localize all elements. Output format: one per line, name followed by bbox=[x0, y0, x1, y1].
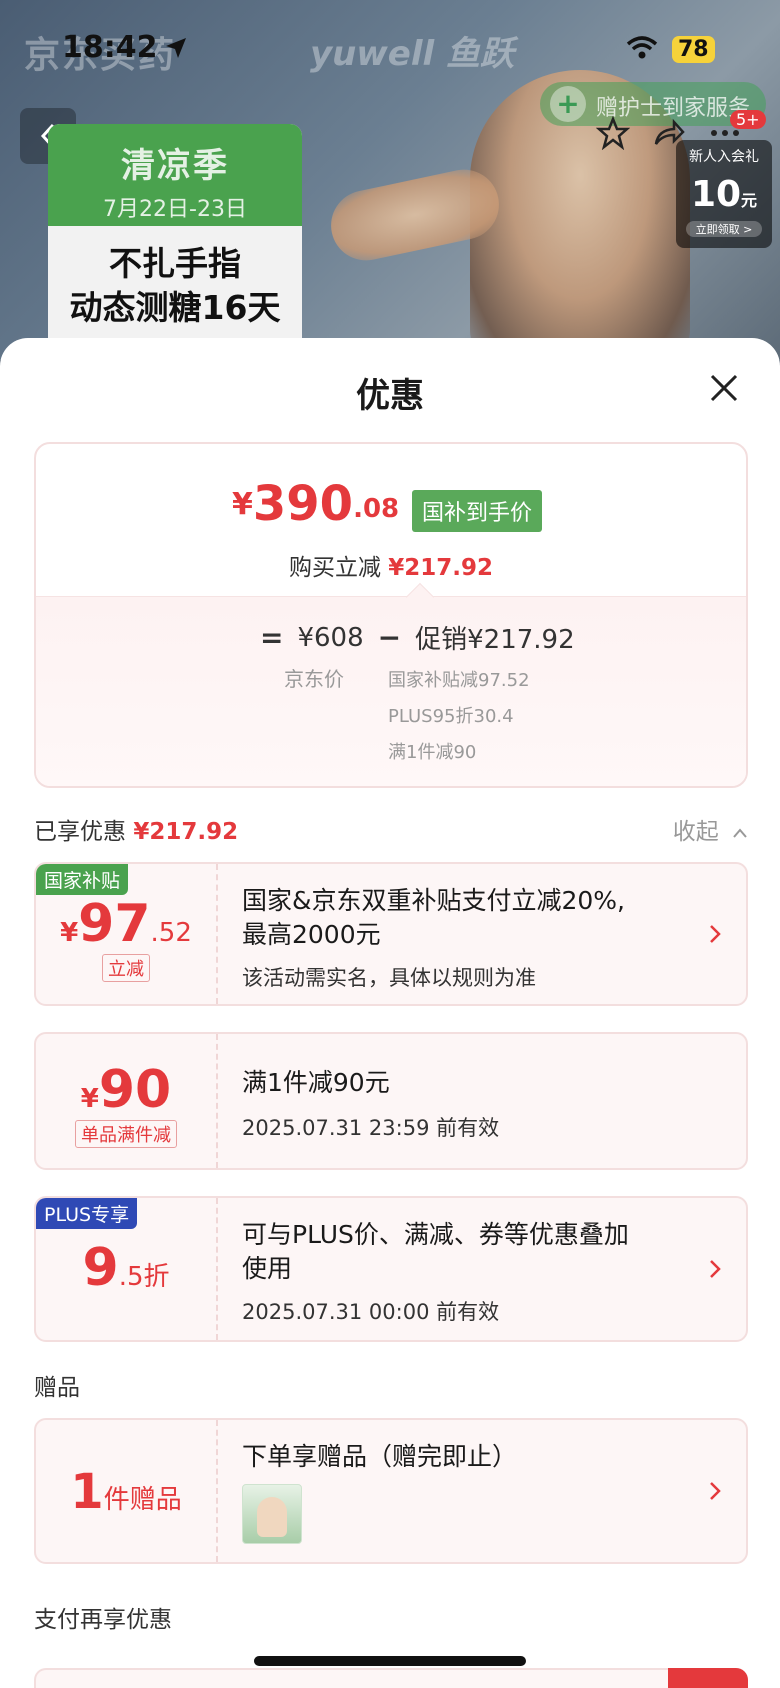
season-title: 清凉季 bbox=[121, 146, 229, 186]
coupon-amount-int: 97 bbox=[78, 894, 151, 954]
season-line-1: 不扎手指 bbox=[109, 244, 241, 283]
purchase-discount-value: ¥217.92 bbox=[388, 555, 494, 581]
coupon-currency: ¥ bbox=[80, 1084, 99, 1114]
promo-line: 国家补贴减97.52 bbox=[388, 670, 530, 691]
purchase-discount: 购买立减 ¥217.92 bbox=[36, 548, 746, 582]
final-price: ¥ 390 .08 bbox=[232, 478, 399, 530]
coupon-desc: 该活动需实名，具体以规则为准 bbox=[242, 966, 536, 990]
gift-thumbnail[interactable] bbox=[242, 1484, 302, 1544]
coupon-title-line2: 最高2000元 bbox=[242, 920, 381, 949]
product-hero-background: 京东买药 yuwell 鱼跃 18:42 78 + 赠护士到家服务 5+ 新人入… bbox=[0, 0, 780, 360]
coupon-type-label: 单品满件减 bbox=[75, 1120, 177, 1148]
new-member-cta: 立即领取 > bbox=[686, 221, 762, 237]
gift-count: 1件赠品 bbox=[36, 1420, 216, 1520]
price-equation: = ¥608 − 促销¥217.92 bbox=[246, 619, 575, 656]
coupon-amount: ¥90 bbox=[36, 1034, 216, 1120]
coupon-title-line2: 使用 bbox=[242, 1254, 293, 1283]
new-member-gift[interactable]: 新人入会礼 10元 立即领取 > bbox=[676, 140, 772, 248]
status-time: 18:42 bbox=[62, 30, 158, 65]
gift-card[interactable]: 1件赠品 下单享赠品（赠完即止） bbox=[34, 1418, 748, 1564]
close-icon[interactable] bbox=[706, 370, 742, 406]
collapse-toggle[interactable]: 收起 bbox=[673, 812, 748, 846]
promo-line: PLUS95折30.4 bbox=[388, 706, 514, 727]
chevron-right-icon bbox=[710, 1260, 721, 1278]
pay-offer-action[interactable] bbox=[668, 1668, 748, 1688]
medical-plus-icon: + bbox=[550, 86, 586, 122]
price-breakdown: = ¥608 − 促销¥217.92 京东价 国家补贴减97.52 PLUS95… bbox=[36, 582, 746, 786]
coupon-currency: ¥ bbox=[60, 918, 79, 948]
location-arrow-icon bbox=[166, 38, 186, 58]
chevron-right-icon bbox=[710, 1482, 721, 1500]
promo-line: 满1件减90 bbox=[388, 742, 477, 763]
national-subsidy-tag: 国家补贴 bbox=[36, 864, 129, 895]
coupon-amount-dec: .52 bbox=[150, 918, 192, 948]
price-integer: 390 bbox=[252, 476, 354, 532]
coupon-title: 国家&京东双重补贴支付立减20%, bbox=[242, 886, 626, 915]
price-summary-card: ¥ 390 .08 国补到手价 购买立减 ¥217.92 = ¥608 − 促销… bbox=[34, 442, 748, 788]
star-icon[interactable] bbox=[596, 116, 630, 150]
pay-section-header: 支付再享优惠 bbox=[34, 1607, 172, 1633]
collapse-label: 收起 bbox=[672, 819, 719, 845]
sheet-title: 优惠 bbox=[356, 376, 424, 416]
price-decimal: .08 bbox=[353, 494, 400, 524]
enjoyed-label: 已享优惠 bbox=[34, 819, 126, 845]
gift-section-header: 赠品 bbox=[34, 1375, 80, 1401]
notification-badge: 5+ bbox=[730, 110, 766, 129]
pay-offer-card[interactable] bbox=[34, 1668, 748, 1688]
jd-price-label: 京东价 bbox=[284, 667, 344, 691]
coupon-amount-dec: .5折 bbox=[118, 1262, 170, 1292]
gift-count-unit: 件赠品 bbox=[103, 1485, 182, 1515]
coupon-amount-area: ¥90 单品满件减 bbox=[36, 1034, 218, 1168]
battery-indicator: 78 bbox=[672, 36, 715, 63]
coupon-plus-discount[interactable]: 9.5折 PLUS专享 可与PLUS价、满减、券等优惠叠加 使用 2025.07… bbox=[34, 1196, 748, 1342]
equals-sign: = bbox=[260, 621, 284, 654]
subsidy-price-tag: 国补到手价 bbox=[412, 490, 543, 532]
enjoyed-discount-header: 已享优惠 ¥217.92 收起 bbox=[34, 812, 748, 846]
jd-price: ¥608 bbox=[297, 622, 364, 653]
enjoyed-value: ¥217.92 bbox=[133, 819, 239, 845]
promo-season-card: 清凉季 7月22日-23日 不扎手指 动态测糖16天 bbox=[48, 124, 302, 360]
coupon-title: 满1件减90元 bbox=[242, 1068, 390, 1097]
minus-sign: − bbox=[377, 621, 402, 654]
new-member-title: 新人入会礼 bbox=[689, 149, 759, 165]
home-indicator bbox=[254, 1656, 526, 1666]
purchase-discount-label: 购买立减 bbox=[288, 555, 381, 581]
chevron-right-icon bbox=[710, 925, 721, 943]
coupon-amount-int: 9 bbox=[82, 1238, 119, 1298]
season-date: 7月22日-23日 bbox=[103, 197, 247, 222]
coupon-full-reduction[interactable]: ¥90 单品满件减 满1件减90元 2025.07.31 23:59 前有效 bbox=[34, 1032, 748, 1170]
coupon-amount-int: 90 bbox=[98, 1060, 172, 1120]
promo-breakdown-list: 国家补贴减97.52 PLUS95折30.4 满1件减90 bbox=[388, 663, 530, 771]
season-line-2: 动态测糖16天 bbox=[69, 288, 281, 327]
coupon-title: 可与PLUS价、满减、券等优惠叠加 bbox=[242, 1220, 629, 1249]
gift-count-area: 1件赠品 bbox=[36, 1420, 218, 1562]
plus-exclusive-tag: PLUS专享 bbox=[36, 1198, 138, 1229]
coupon-desc: 2025.07.31 00:00 前有效 bbox=[242, 1300, 500, 1324]
coupon-type-label: 立减 bbox=[102, 954, 150, 982]
new-member-amount: 10 bbox=[690, 174, 742, 215]
coupon-national-subsidy[interactable]: ¥97.52 立减 国家补贴 国家&京东双重补贴支付立减20%, 最高2000元… bbox=[34, 862, 748, 1006]
brand-logo-yuwell: yuwell 鱼跃 bbox=[310, 34, 514, 74]
price-currency: ¥ bbox=[232, 487, 253, 522]
chevron-up-icon bbox=[733, 828, 747, 838]
discount-sheet: 优惠 ¥ 390 .08 国补到手价 购买立减 ¥217.92 = ¥608 −… bbox=[0, 338, 780, 1688]
promo-total: 促销¥217.92 bbox=[415, 625, 575, 655]
gift-count-number: 1 bbox=[70, 1464, 104, 1520]
coupon-desc: 2025.07.31 23:59 前有效 bbox=[242, 1116, 500, 1140]
new-member-unit: 元 bbox=[741, 191, 758, 210]
wifi-icon bbox=[626, 36, 658, 59]
gift-title: 下单享赠品（赠完即止） bbox=[242, 1442, 518, 1471]
